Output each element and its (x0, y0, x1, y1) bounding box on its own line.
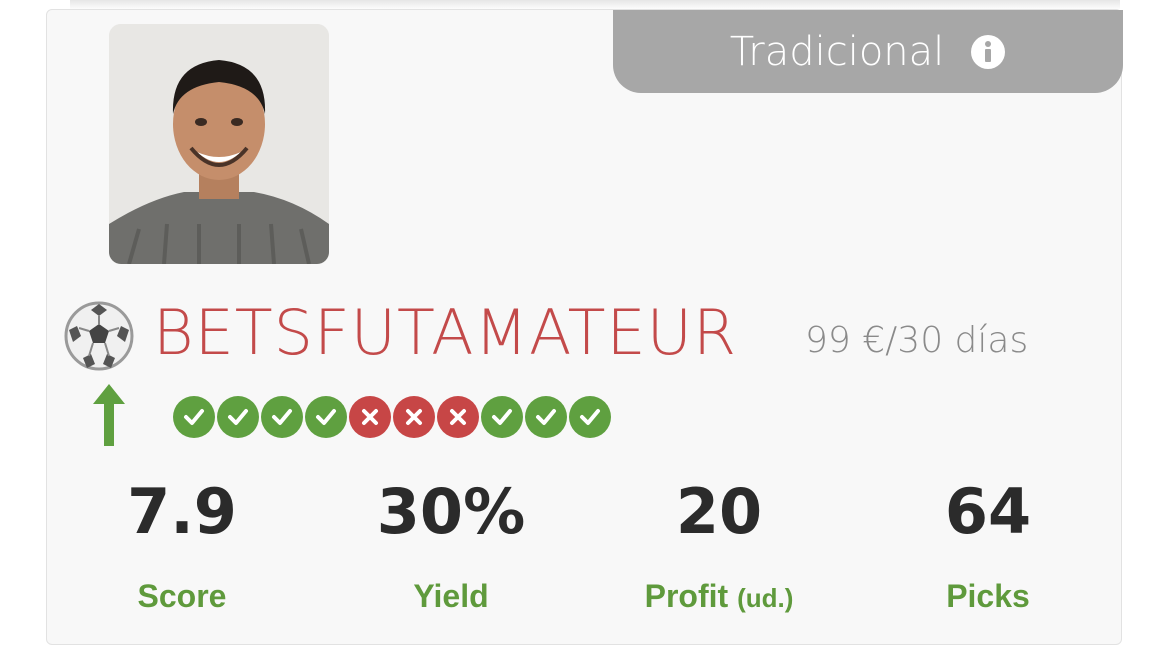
up-arrow-icon (93, 384, 125, 446)
picks-label: Picks (946, 578, 1030, 614)
profit-label-group: Profit (ud.) (599, 578, 839, 615)
win-check-icon (569, 396, 611, 438)
win-check-icon (305, 396, 347, 438)
picks-value: 64 (944, 475, 1032, 548)
stat-score: 7.9 Score (62, 470, 302, 615)
stats-row: 7.9 Score 30% Yield 20 Profit (ud.) 64 P… (47, 470, 1123, 640)
win-check-icon (261, 396, 303, 438)
stat-yield: 30% Yield (331, 470, 571, 615)
category-tab[interactable]: Tradicional (613, 10, 1123, 93)
tipster-avatar (109, 24, 329, 264)
yield-label: Yield (413, 578, 489, 614)
soccer-ball-icon (63, 300, 135, 372)
loss-cross-icon (393, 396, 435, 438)
stat-profit: 20 Profit (ud.) (599, 470, 839, 615)
results-streak (173, 396, 613, 438)
yield-value: 30% (376, 475, 526, 548)
score-value: 7.9 (127, 475, 237, 548)
score-label: Score (137, 578, 227, 614)
info-icon[interactable] (970, 34, 1006, 70)
profit-value: 20 (675, 475, 763, 548)
win-check-icon (525, 396, 567, 438)
win-check-icon (481, 396, 523, 438)
stat-picks: 64 Picks (868, 470, 1108, 615)
win-check-icon (173, 396, 215, 438)
loss-cross-icon (349, 396, 391, 438)
loss-cross-icon (437, 396, 479, 438)
tipster-card[interactable]: Tradicional BETSFUTAMATEUR 99 €/30 días (46, 9, 1123, 645)
subscription-price: 99 €/30 días (805, 320, 1029, 361)
profit-unit: (ud.) (737, 583, 794, 613)
tipster-name[interactable]: BETSFUTAMATEUR (153, 298, 737, 368)
profit-label: Profit (644, 578, 729, 614)
win-check-icon (217, 396, 259, 438)
category-label: Tradicional (729, 28, 945, 75)
